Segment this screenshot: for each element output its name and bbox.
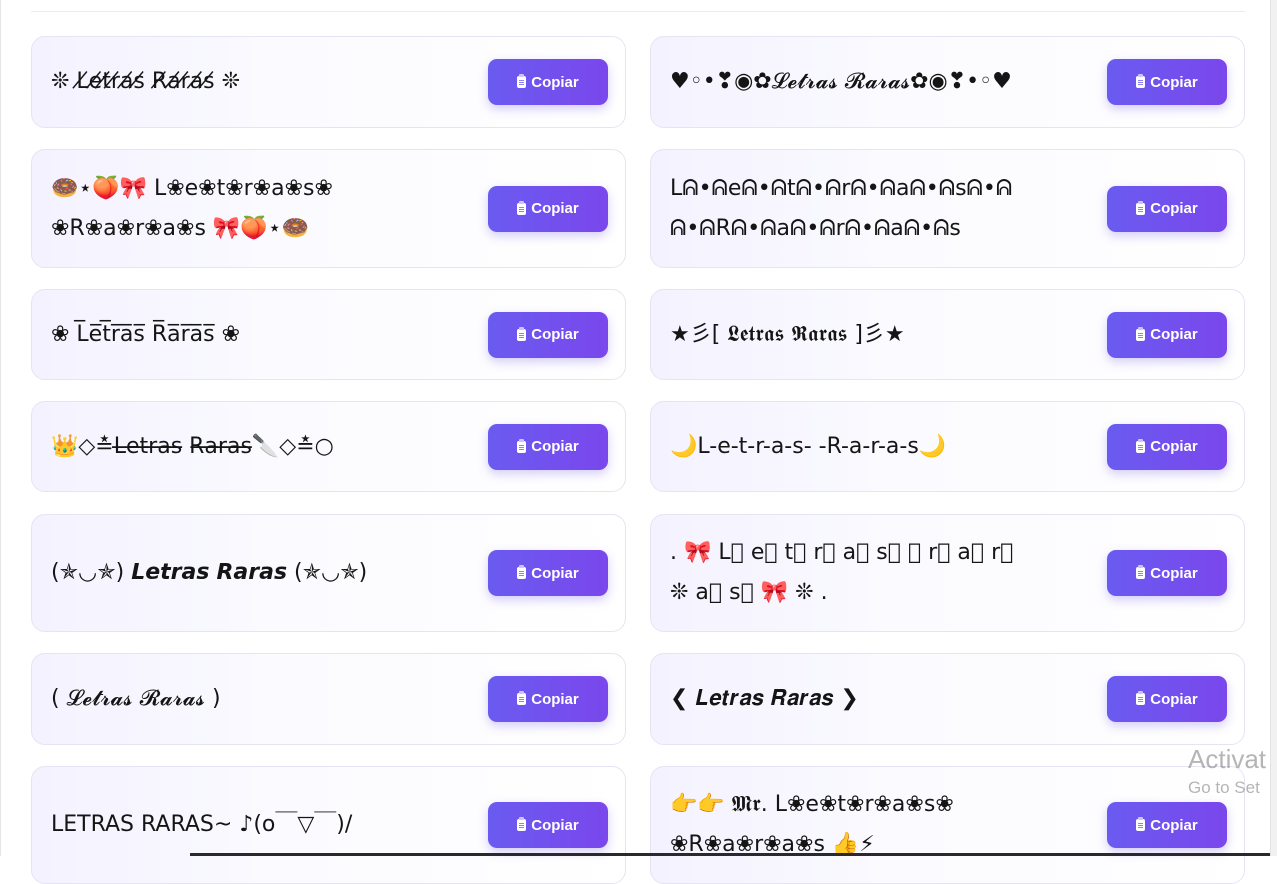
clipboard-icon	[517, 326, 527, 341]
copy-button[interactable]: Copiar	[1107, 676, 1227, 722]
style-card: ❮ 𝑳𝒆𝒕𝒓𝒂𝒔 𝑹𝒂𝒓𝒂𝒔 ❯ Copiar	[650, 653, 1245, 745]
copy-button[interactable]: Copiar	[1107, 59, 1227, 105]
style-card: (✯◡✯) 𝙇𝙚𝙩𝙧𝙖𝙨 𝙍𝙖𝙧𝙖𝙨 (✯◡✯) Copiar	[31, 514, 626, 632]
style-text[interactable]: 👑◇≛L̶e̶t̶r̶a̶s̶ R̶a̶r̶a̶s̶🔪◇≛○	[51, 427, 471, 467]
style-text[interactable]: ♥◦•❣◉✿𝓛𝓮𝓽𝓻𝓪𝓼 𝓡𝓪𝓻𝓪𝓼✿◉❣•◦♥	[670, 62, 1090, 102]
style-text[interactable]: . 🎀 L⃟ e⃟ t⃟ r⃟ a⃟ s⃟ ⃟ r⃟ a⃟ r⃟ ❊ a⃟ s⃟…	[670, 533, 1090, 613]
copy-button[interactable]: Copiar	[488, 59, 608, 105]
copy-button-label: Copiar	[1150, 73, 1198, 91]
style-card: 🍩⋆🍑🎀 L❀e❀t❀r❀a❀s❀ ❀R❀a❀r❀a❀s 🎀🍑⋆🍩 Copiar	[31, 149, 626, 268]
copy-button-label: Copiar	[531, 326, 579, 343]
copy-button-label: Copiar	[531, 690, 579, 708]
style-card: 👉👉 𝕸𝖗. L❀e❀t❀r❀a❀s❀ ❀R❀a❀r❀a❀s 👍⚡ Copiar	[650, 766, 1245, 884]
style-text[interactable]: ★彡[ 𝕷𝖊𝖙𝖗𝖆𝖘 𝕽𝖆𝖗𝖆𝖘 ]彡★	[670, 315, 1090, 355]
style-card: ★彡[ 𝕷𝖊𝖙𝖗𝖆𝖘 𝕽𝖆𝖗𝖆𝖘 ]彡★ Copiar	[650, 289, 1245, 380]
style-card: 👑◇≛L̶e̶t̶r̶a̶s̶ R̶a̶r̶a̶s̶🔪◇≛○ Copiar	[31, 401, 626, 492]
style-card: LETRAS RARAS~ ♪(o￣▽￣)/ Copiar	[31, 766, 626, 884]
clipboard-icon	[1136, 691, 1146, 705]
styles-row: 👑◇≛L̶e̶t̶r̶a̶s̶ R̶a̶r̶a̶s̶🔪◇≛○ Copiar 🌙L…	[31, 401, 1245, 492]
clipboard-icon	[1136, 326, 1146, 341]
clipboard-icon	[517, 565, 527, 579]
clipboard-icon	[1136, 438, 1146, 453]
copy-button-label: Copiar	[1150, 438, 1198, 455]
copy-button[interactable]: Copiar	[488, 311, 608, 358]
copy-button-label: Copiar	[1150, 690, 1198, 708]
style-text[interactable]: Lᕱ•ᕱeᕱ•ᕱtᕱ•ᕱrᕱ•ᕱaᕱ•ᕱsᕱ•ᕱ ᕱ•ᕱRᕱ•ᕱaᕱ•ᕱrᕱ•ᕱ…	[670, 169, 1090, 249]
windows-activation-watermark: Activat Go to Set	[1188, 742, 1270, 800]
styles-row: (✯◡✯) 𝙇𝙚𝙩𝙧𝙖𝙨 𝙍𝙖𝙧𝙖𝙨 (✯◡✯) Copiar . 🎀 L⃟ e…	[31, 514, 1245, 632]
copy-button-label: Copiar	[531, 564, 579, 582]
copy-button[interactable]: Copiar	[488, 676, 608, 722]
style-card: ♥◦•❣◉✿𝓛𝓮𝓽𝓻𝓪𝓼 𝓡𝓪𝓻𝓪𝓼✿◉❣•◦♥ Copiar	[650, 36, 1245, 128]
style-text[interactable]: ( 𝓛𝓮𝓽𝓻𝓪𝓼 𝓡𝓪𝓻𝓪𝓼 )	[51, 679, 471, 719]
style-text[interactable]: LETRAS RARAS~ ♪(o￣▽￣)/	[51, 805, 471, 845]
copy-button-label: Copiar	[1150, 200, 1198, 217]
copy-button[interactable]: Copiar	[1107, 423, 1227, 470]
watermark-title: Activat	[1188, 744, 1267, 774]
style-card: ❀ L̅e̅t̅r̅a̅s̅ R̅a̅r̅a̅s̅ ❀ Copiar	[31, 289, 626, 380]
styles-row: 🍩⋆🍑🎀 L❀e❀t❀r❀a❀s❀ ❀R❀a❀r❀a❀s 🎀🍑⋆🍩 Copiar…	[31, 149, 1245, 268]
style-text[interactable]: (✯◡✯) 𝙇𝙚𝙩𝙧𝙖𝙨 𝙍𝙖𝙧𝙖𝙨 (✯◡✯)	[51, 553, 471, 593]
styles-row: ( 𝓛𝓮𝓽𝓻𝓪𝓼 𝓡𝓪𝓻𝓪𝓼 ) Copiar ❮ 𝑳𝒆𝒕𝒓𝒂𝒔 𝑹𝒂𝒓𝒂𝒔 ❯…	[31, 653, 1245, 745]
style-card: . 🎀 L⃟ e⃟ t⃟ r⃟ a⃟ s⃟ ⃟ r⃟ a⃟ r⃟ ❊ a⃟ s⃟…	[650, 514, 1245, 632]
copy-button[interactable]: Copiar	[1107, 185, 1227, 232]
divider	[31, 11, 1245, 12]
copy-button-label: Copiar	[531, 73, 579, 91]
style-text[interactable]: 🍩⋆🍑🎀 L❀e❀t❀r❀a❀s❀ ❀R❀a❀r❀a❀s 🎀🍑⋆🍩	[51, 169, 471, 249]
style-card: Lᕱ•ᕱeᕱ•ᕱtᕱ•ᕱrᕱ•ᕱaᕱ•ᕱsᕱ•ᕱ ᕱ•ᕱRᕱ•ᕱaᕱ•ᕱrᕱ•ᕱ…	[650, 149, 1245, 268]
clipboard-icon	[1136, 74, 1146, 88]
copy-button-label: Copiar	[531, 816, 579, 834]
copy-button[interactable]: Copiar	[1107, 311, 1227, 358]
styles-row: ❊ L̸e̸t̸r̸a̸s̸ R̸a̸r̸a̸s̸ ❊ Copiar ♥◦•❣◉…	[31, 36, 1245, 128]
scrollbar-track[interactable]	[1270, 0, 1277, 856]
copy-button-label: Copiar	[1150, 326, 1198, 343]
copy-button[interactable]: Copiar	[1107, 550, 1227, 596]
copy-button[interactable]: Copiar	[488, 185, 608, 232]
styles-row: ❀ L̅e̅t̅r̅a̅s̅ R̅a̅r̅a̅s̅ ❀ Copiar ★彡[ 𝕷…	[31, 289, 1245, 380]
clipboard-icon	[517, 200, 527, 215]
copy-button-label: Copiar	[531, 200, 579, 217]
page-edge	[0, 0, 1, 856]
copy-button[interactable]: Copiar	[488, 423, 608, 470]
copy-button[interactable]: Copiar	[488, 802, 608, 848]
clipboard-icon	[1136, 817, 1146, 831]
copy-button[interactable]: Copiar	[1107, 802, 1227, 848]
style-card: 🌙L-e-t-r-a-s- -R-a-r-a-s🌙 Copiar	[650, 401, 1245, 492]
copy-button-label: Copiar	[1150, 816, 1198, 834]
clipboard-icon	[517, 74, 527, 88]
style-text[interactable]: ❊ L̸e̸t̸r̸a̸s̸ R̸a̸r̸a̸s̸ ❊	[51, 62, 471, 102]
watermark-subtitle: Go to Set	[1188, 778, 1260, 797]
style-text[interactable]: ❀ L̅e̅t̅r̅a̅s̅ R̅a̅r̅a̅s̅ ❀	[51, 315, 471, 355]
style-text[interactable]: ❮ 𝑳𝒆𝒕𝒓𝒂𝒔 𝑹𝒂𝒓𝒂𝒔 ❯	[670, 679, 1090, 719]
clipboard-icon	[1136, 200, 1146, 215]
clipboard-icon	[1136, 565, 1146, 579]
style-card: ❊ L̸e̸t̸r̸a̸s̸ R̸a̸r̸a̸s̸ ❊ Copiar	[31, 36, 626, 128]
clipboard-icon	[517, 691, 527, 705]
clipboard-icon	[517, 438, 527, 453]
copy-button[interactable]: Copiar	[488, 550, 608, 596]
copy-button-label: Copiar	[1150, 564, 1198, 582]
style-text[interactable]: 🌙L-e-t-r-a-s- -R-a-r-a-s🌙	[670, 427, 1090, 467]
style-card: ( 𝓛𝓮𝓽𝓻𝓪𝓼 𝓡𝓪𝓻𝓪𝓼 ) Copiar	[31, 653, 626, 745]
clipboard-icon	[517, 817, 527, 831]
copy-button-label: Copiar	[531, 438, 579, 455]
styles-row: LETRAS RARAS~ ♪(o￣▽￣)/ Copiar 👉👉 𝕸𝖗. L❀e…	[31, 766, 1245, 884]
